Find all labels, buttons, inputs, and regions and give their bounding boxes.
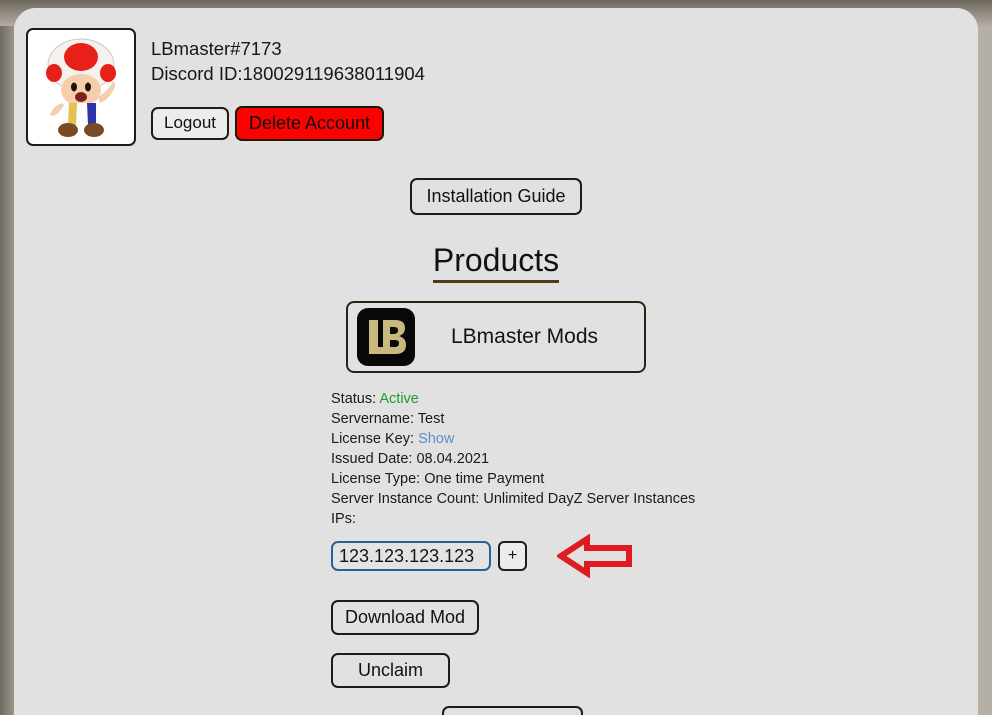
- product-name: LBmaster Mods: [450, 325, 599, 348]
- detail-issued-date: Issued Date: 08.04.2021: [331, 449, 691, 469]
- detail-issued-date-label: Issued Date:: [331, 451, 413, 467]
- products-heading-text: Products: [432, 242, 560, 283]
- account-info: LBmaster#7173 Discord ID:180029119638011…: [151, 28, 425, 141]
- detail-instance-count-label: Server Instance Count:: [331, 491, 480, 507]
- avatar: [26, 28, 136, 146]
- browser-page-frame: LBmaster#7173 Discord ID:180029119638011…: [14, 8, 978, 715]
- logout-button[interactable]: Logout: [151, 107, 229, 140]
- account-actions: Logout Delete Account: [151, 106, 425, 141]
- detail-servername: Servername: Test: [331, 409, 691, 429]
- detail-license-key-label: License Key:: [331, 431, 415, 447]
- detail-status-value: Active: [379, 391, 419, 407]
- show-license-key-link[interactable]: Show: [418, 431, 454, 447]
- products-heading: Products: [14, 241, 978, 283]
- detail-issued-date-value: 08.04.2021: [416, 451, 490, 467]
- detail-status-label: Status:: [331, 391, 377, 407]
- page-content: LBmaster#7173 Discord ID:180029119638011…: [14, 8, 978, 715]
- detail-license-type-label: License Type:: [331, 471, 421, 487]
- claim-product-button[interactable]: Claim Product: [442, 706, 584, 715]
- license-details: Status: Active Servername: Test License …: [331, 389, 695, 529]
- main-content: Installation Guide Products LBmaster Mod…: [14, 178, 978, 715]
- ip-address-input[interactable]: [331, 541, 491, 571]
- installation-guide-button[interactable]: Installation Guide: [410, 178, 582, 215]
- detail-servername-label: Servername:: [331, 411, 415, 427]
- left-pointing-arrow-icon: [557, 532, 637, 580]
- ip-entry-row: +: [331, 532, 978, 580]
- delete-account-button[interactable]: Delete Account: [235, 106, 385, 141]
- download-mod-button[interactable]: Download Mod: [331, 600, 480, 635]
- detail-status: Status: Active: [331, 389, 691, 409]
- username-label: LBmaster#7173: [151, 38, 282, 59]
- add-ip-button[interactable]: +: [498, 541, 527, 571]
- toad-avatar-icon: [46, 38, 116, 137]
- detail-license-type: License Type: One time Payment: [331, 469, 691, 489]
- unclaim-button[interactable]: Unclaim: [331, 653, 450, 688]
- discord-id-label: Discord ID:180029119638011904: [151, 63, 425, 84]
- detail-license-type-value: One time Payment: [424, 471, 545, 487]
- detail-instance-count-value: Unlimited DayZ Server Instances: [483, 491, 696, 507]
- detail-license-key: License Key: Show: [331, 429, 691, 449]
- detail-servername-value: Test: [417, 411, 445, 427]
- detail-instance-count: Server Instance Count: Unlimited DayZ Se…: [331, 489, 695, 509]
- account-header: LBmaster#7173 Discord ID:180029119638011…: [26, 28, 425, 146]
- lbmaster-logo-icon: [357, 308, 415, 366]
- installation-guide-row: Installation Guide: [14, 178, 978, 215]
- detail-ips-label: IPs:: [331, 511, 356, 527]
- product-card[interactable]: LBmaster Mods: [346, 301, 646, 373]
